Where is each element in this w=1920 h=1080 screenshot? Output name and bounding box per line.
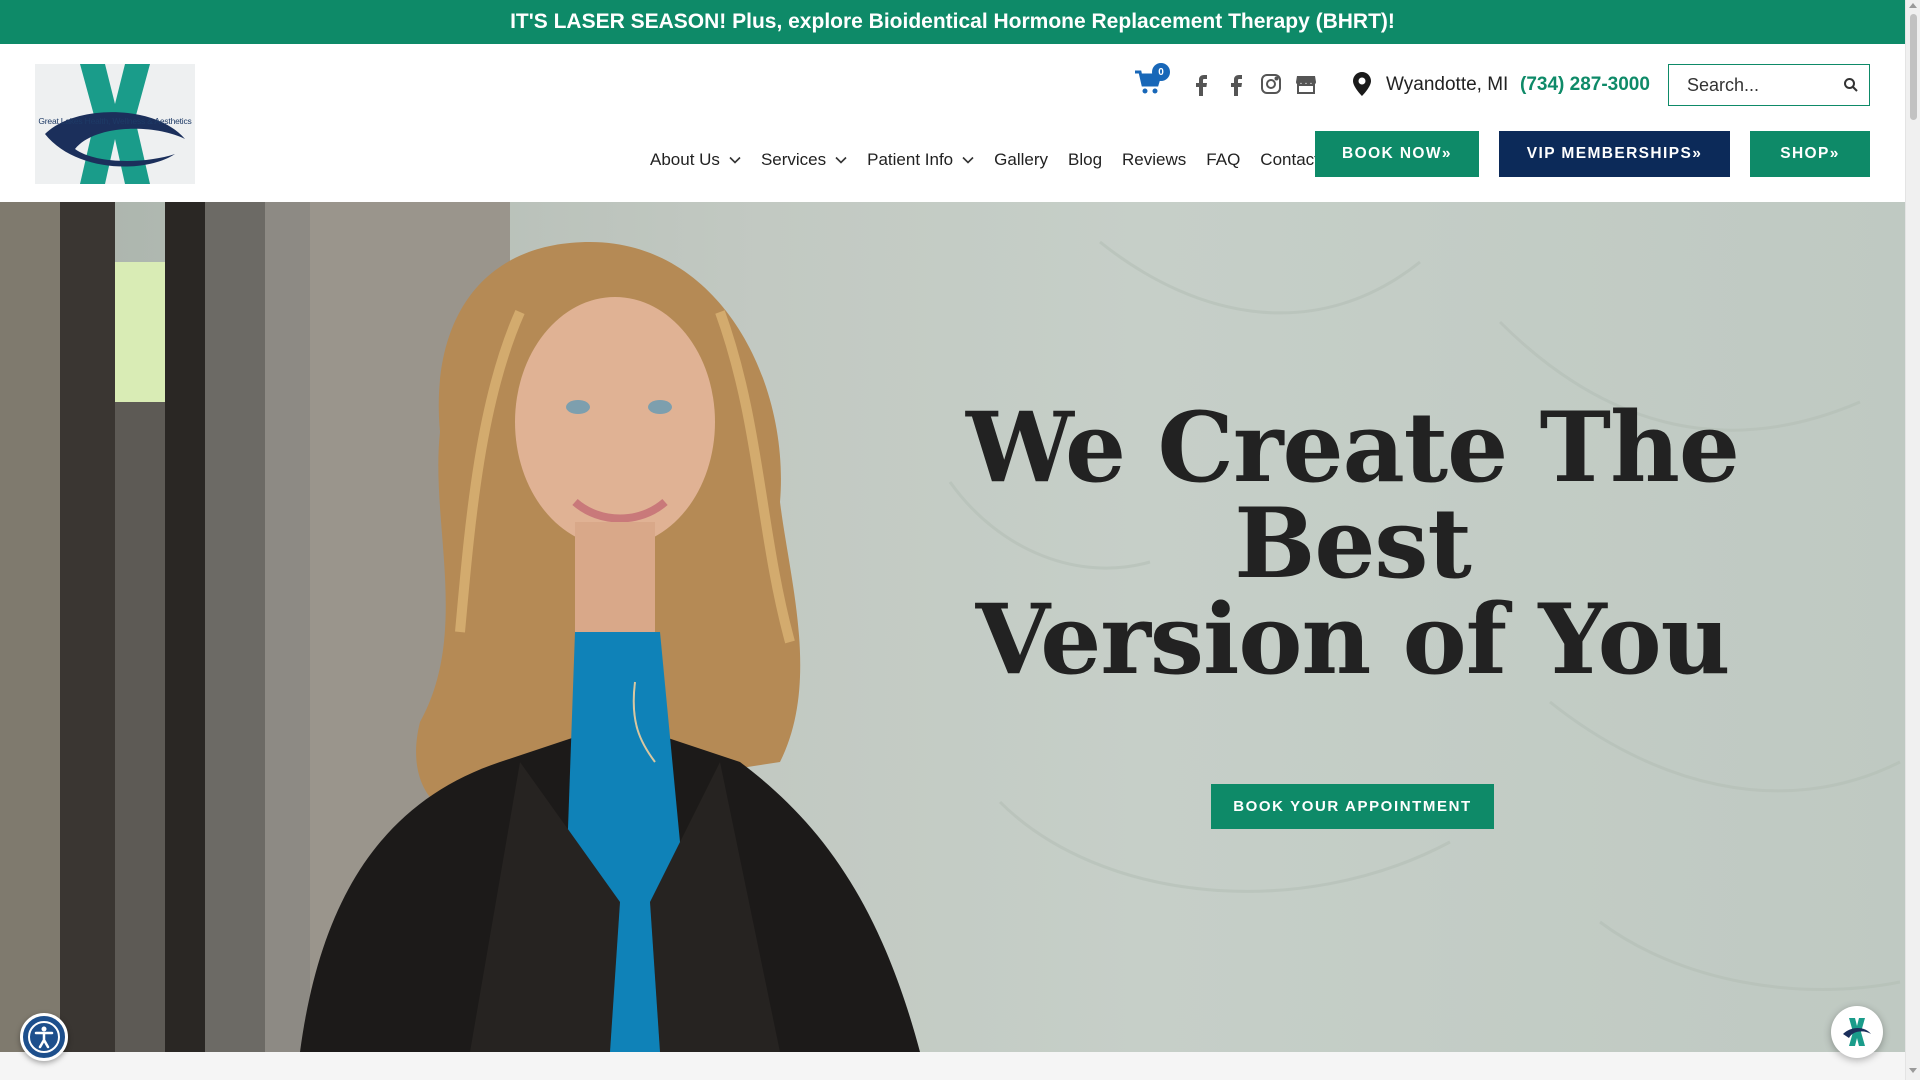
vip-memberships-button[interactable]: VIP MEMBERSHIPS»	[1499, 131, 1730, 177]
nav-item-reviews[interactable]: Reviews	[1122, 150, 1186, 170]
nav-item-label: Patient Info	[867, 150, 954, 169]
google-business-icon[interactable]	[1294, 72, 1318, 96]
facebook-icon[interactable]	[1190, 72, 1214, 96]
search-box	[1668, 64, 1870, 106]
scroll-down-arrow[interactable]	[1909, 1068, 1917, 1073]
chat-widget-button[interactable]	[1831, 1006, 1883, 1058]
nav-item-patient-info[interactable]: Patient Info	[867, 150, 974, 170]
location-text[interactable]: Wyandotte, MI	[1386, 74, 1508, 96]
phone-link[interactable]: (734) 287-3000	[1520, 74, 1650, 96]
hero-title-line-1: We Create The Best	[966, 391, 1740, 600]
instagram-icon[interactable]	[1259, 72, 1283, 96]
page-scrollbar[interactable]	[1905, 0, 1920, 1080]
page-bottom-strip	[0, 1052, 1905, 1080]
logo-text: Great Lakes Health, Wellness & Aesthetic…	[38, 116, 192, 126]
nav-item-label: About Us	[650, 150, 720, 169]
site-logo[interactable]: Great Lakes Health, Wellness & Aesthetic…	[35, 64, 195, 184]
chevron-down-icon	[729, 156, 741, 164]
announcement-bar[interactable]: IT'S LASER SEASON! Plus, explore Bioiden…	[0, 0, 1905, 44]
nav-item-label: Services	[760, 150, 827, 169]
hero-section: We Create The Best Version of You BOOK Y…	[0, 202, 1905, 1052]
hero-title: We Create The Best Version of You	[845, 400, 1860, 688]
nav-item-about-us[interactable]: About Us	[650, 150, 741, 170]
chat-icon	[1843, 1018, 1871, 1046]
nav-item-contact[interactable]: Contact	[1260, 150, 1319, 170]
accessibility-icon	[28, 1021, 60, 1053]
hero-title-line-2: Version of You	[975, 583, 1731, 696]
site-header: Great Lakes Health, Wellness & Aesthetic…	[0, 44, 1905, 202]
main-nav: About Us Services Patient Info Gallery B…	[650, 148, 1339, 172]
map-pin-icon	[1353, 72, 1371, 96]
cart-count-badge: 0	[1152, 63, 1170, 81]
facebook-icon[interactable]	[1225, 72, 1249, 96]
nav-item-faq[interactable]: FAQ	[1206, 150, 1240, 170]
book-appointment-button[interactable]: BOOK YOUR APPOINTMENT	[1211, 784, 1494, 829]
scrollbar-thumb[interactable]	[1910, 14, 1917, 120]
accessibility-button[interactable]	[20, 1013, 68, 1061]
scroll-up-arrow[interactable]	[1909, 3, 1917, 8]
shop-button[interactable]: SHOP»	[1750, 131, 1870, 177]
nav-item-label: Gallery	[994, 150, 1048, 169]
search-icon[interactable]	[1843, 77, 1859, 93]
chevron-down-icon	[835, 156, 847, 164]
nav-item-label: Blog	[1068, 150, 1103, 169]
announcement-text[interactable]: IT'S LASER SEASON! Plus, explore Bioiden…	[510, 10, 1395, 34]
book-now-button[interactable]: BOOK NOW»	[1315, 131, 1479, 177]
chevron-down-icon	[962, 156, 974, 164]
nav-item-label: FAQ	[1206, 150, 1241, 169]
search-input[interactable]	[1669, 65, 1834, 105]
nav-item-gallery[interactable]: Gallery	[994, 150, 1048, 170]
nav-item-label: Reviews	[1122, 150, 1187, 169]
nav-item-blog[interactable]: Blog	[1068, 150, 1102, 170]
nav-item-label: Contact	[1260, 150, 1319, 169]
nav-item-services[interactable]: Services	[761, 150, 847, 170]
